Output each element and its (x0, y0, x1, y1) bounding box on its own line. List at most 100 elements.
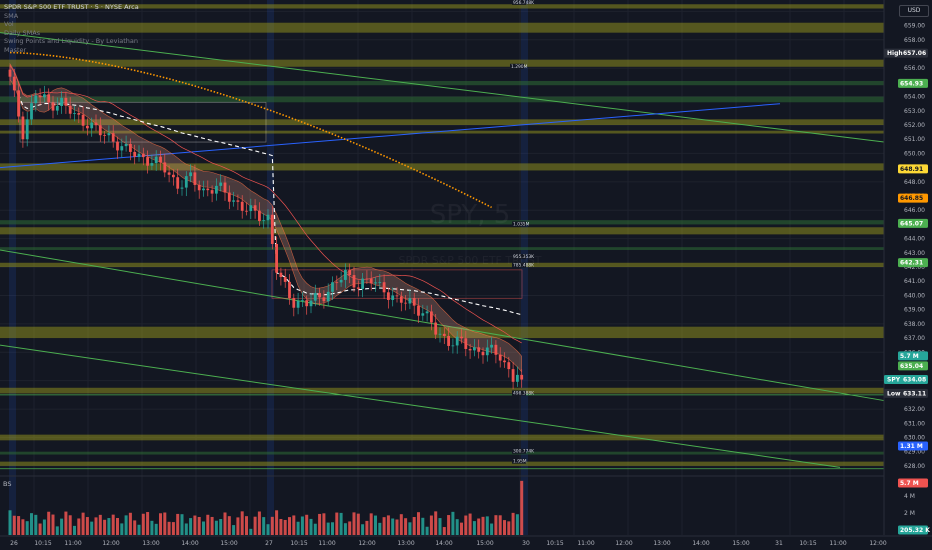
level-label-text: 1.290M (511, 64, 528, 70)
volume-bar (442, 527, 446, 535)
candle (399, 296, 403, 303)
price-tick-label: 654.00 (904, 94, 925, 101)
volume-bar (515, 514, 519, 535)
candle (94, 122, 98, 126)
price-tick-label: 658.00 (904, 37, 925, 44)
price-tag: Low 633.11 (884, 388, 928, 398)
volume-bar (167, 521, 171, 535)
volume-bar (154, 523, 158, 535)
symbol-title[interactable]: SPDR S&P 500 ETF TRUST · 5 · NYSE Arca (4, 3, 139, 12)
candle (107, 133, 111, 136)
volume-bar (124, 515, 128, 535)
price-tag: 635.04 (898, 361, 928, 371)
volume-bar (176, 513, 180, 535)
candle (503, 360, 506, 363)
volume-bar (25, 521, 29, 535)
volume-bar (305, 514, 309, 535)
candle (154, 156, 158, 164)
candle (184, 176, 188, 188)
volume-bar (421, 517, 425, 535)
time-tick-label: 27 (265, 540, 273, 547)
volume-bar (438, 518, 442, 535)
time-tick-label: 12:00 (869, 540, 886, 547)
horizontal-zone (0, 119, 884, 125)
candle (81, 114, 85, 126)
candle (382, 282, 386, 293)
candle (215, 185, 218, 194)
candle (275, 243, 278, 273)
price-tick-label: 631.00 (904, 420, 925, 427)
volume-bar (107, 518, 111, 535)
volume-bar (120, 523, 124, 535)
volume-bar (34, 514, 38, 535)
legend-sma[interactable]: SMA (4, 12, 139, 21)
horizontal-zone (0, 247, 884, 250)
legend-daily-smas[interactable]: Daily SMAs (4, 29, 139, 38)
volume-bar (197, 516, 201, 535)
candle (25, 119, 29, 140)
price-tag: 5.7 M (898, 478, 928, 488)
currency-button[interactable]: USD (899, 5, 929, 17)
candle (34, 95, 38, 104)
candle (344, 269, 347, 280)
volume-bar (111, 514, 115, 535)
volume-bar (81, 512, 85, 535)
candle (339, 279, 343, 283)
price-tag-value: 648.91 (900, 166, 923, 173)
volume-bar (300, 516, 304, 535)
volume-bar (103, 519, 107, 535)
time-tick-label: 10:15 (34, 540, 51, 547)
legend-vol[interactable]: Vol (4, 20, 139, 29)
candle (51, 102, 55, 111)
candle (477, 347, 481, 352)
horizontal-zone (0, 461, 884, 466)
price-tick-label: 641.00 (904, 278, 925, 285)
candle (404, 302, 407, 304)
time-tick-label: 12:00 (102, 540, 119, 547)
volume-bar (361, 524, 365, 535)
volume-bar (85, 517, 89, 535)
volume-bar (227, 516, 231, 535)
volume-bar (64, 511, 68, 535)
candle (176, 177, 180, 189)
time-tick-label: 14:00 (435, 540, 452, 547)
volume-bar (283, 519, 287, 535)
candle (430, 311, 433, 323)
volume-bar (137, 524, 141, 535)
volume-bar (468, 513, 472, 535)
candle (193, 172, 197, 185)
candle (455, 336, 459, 346)
time-tick-label: 26 (10, 540, 18, 547)
volume-bar (481, 516, 485, 535)
candle (279, 272, 283, 278)
horizontal-zone (0, 59, 884, 67)
candle (442, 333, 446, 336)
chart-canvas[interactable]: BS956.748K1.290M1.035M955.353K785.488K49… (0, 0, 932, 550)
candle (240, 201, 244, 211)
session-column (267, 0, 274, 535)
volume-bar (322, 513, 326, 535)
candle (77, 112, 81, 115)
volume-bar (270, 516, 274, 535)
volume-tick-label: 2 M (904, 510, 915, 517)
volume-bar (223, 512, 227, 535)
time-tick-label: 15:00 (220, 540, 237, 547)
volume-bar (395, 519, 399, 535)
candle (141, 153, 145, 158)
legend-master[interactable]: Master (4, 46, 139, 55)
candle (60, 97, 63, 107)
volume-bar (116, 517, 119, 535)
candle (485, 347, 489, 356)
candle (425, 311, 429, 314)
price-tag-label: Low (887, 390, 901, 397)
volume-bar (189, 518, 193, 535)
candle (189, 172, 192, 177)
volume-bar (374, 515, 377, 535)
candle (68, 105, 72, 114)
volume-bar (429, 515, 433, 535)
legend-swing-points[interactable]: Swing Points and Liquidity - By Leviatha… (4, 37, 139, 46)
volume-bar (146, 512, 150, 535)
candle (232, 200, 235, 202)
price-tick-label: 637.00 (904, 335, 925, 342)
volume-bar (382, 517, 386, 535)
